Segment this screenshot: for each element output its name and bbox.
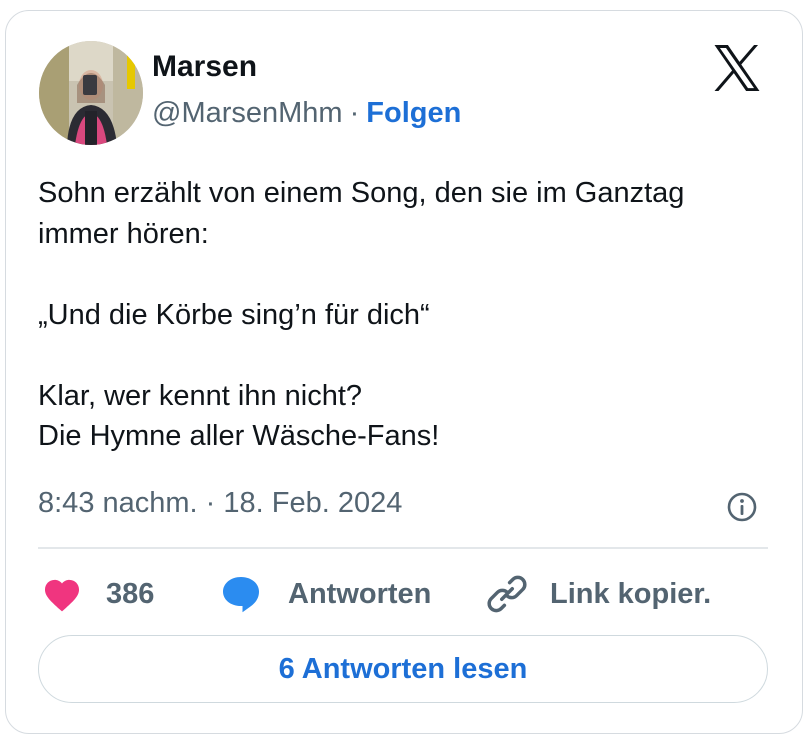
meta-separator: · <box>349 97 360 129</box>
reply-button[interactable]: Antworten <box>220 571 431 617</box>
tweet-line: Klar, wer kennt ihn nicht? <box>38 379 363 412</box>
line-spacer <box>38 335 778 376</box>
heart-icon <box>44 579 80 612</box>
tweet-line: immer hören: <box>38 217 209 250</box>
line-spacer <box>38 254 778 295</box>
tweet-line: Die Hymne aller Wäsche-Fans! <box>38 420 440 452</box>
speech-bubble-icon <box>223 577 259 613</box>
copy-link-label: Link kopier. <box>550 577 712 610</box>
reply-label: Antworten <box>288 577 432 610</box>
x-logo-icon[interactable] <box>712 45 762 91</box>
author-handle[interactable]: @MarsenMhm <box>152 97 343 129</box>
avatar-photo <box>39 41 143 145</box>
like-button[interactable]: 386 <box>42 571 154 617</box>
author-meta: @MarsenMhm · Folgen <box>152 95 461 131</box>
tweet-timestamp[interactable]: 8:43 nachm. · 18. Feb. 2024 <box>38 485 402 521</box>
copy-link-button[interactable]: Link kopier. <box>486 571 711 617</box>
follow-link[interactable]: Folgen <box>366 97 461 129</box>
tweet-card: Marsen @MarsenMhm · Folgen Sohn erzählt vo… <box>5 10 803 734</box>
tweet-line: Sohn erzählt von einem Song, den sie im … <box>38 177 685 209</box>
info-icon[interactable] <box>726 491 758 523</box>
tweet-line: „Und die Körbe sing’n für dich“ <box>38 298 430 331</box>
tweet-text: Sohn erzählt von einem Song, den sie im … <box>38 173 778 457</box>
read-replies-button[interactable]: 6 Antworten lesen <box>38 635 768 703</box>
author-name[interactable]: Marsen <box>152 49 257 85</box>
like-count: 386 <box>106 577 155 610</box>
divider <box>38 547 768 549</box>
avatar[interactable] <box>39 41 143 145</box>
link-icon <box>487 575 527 613</box>
